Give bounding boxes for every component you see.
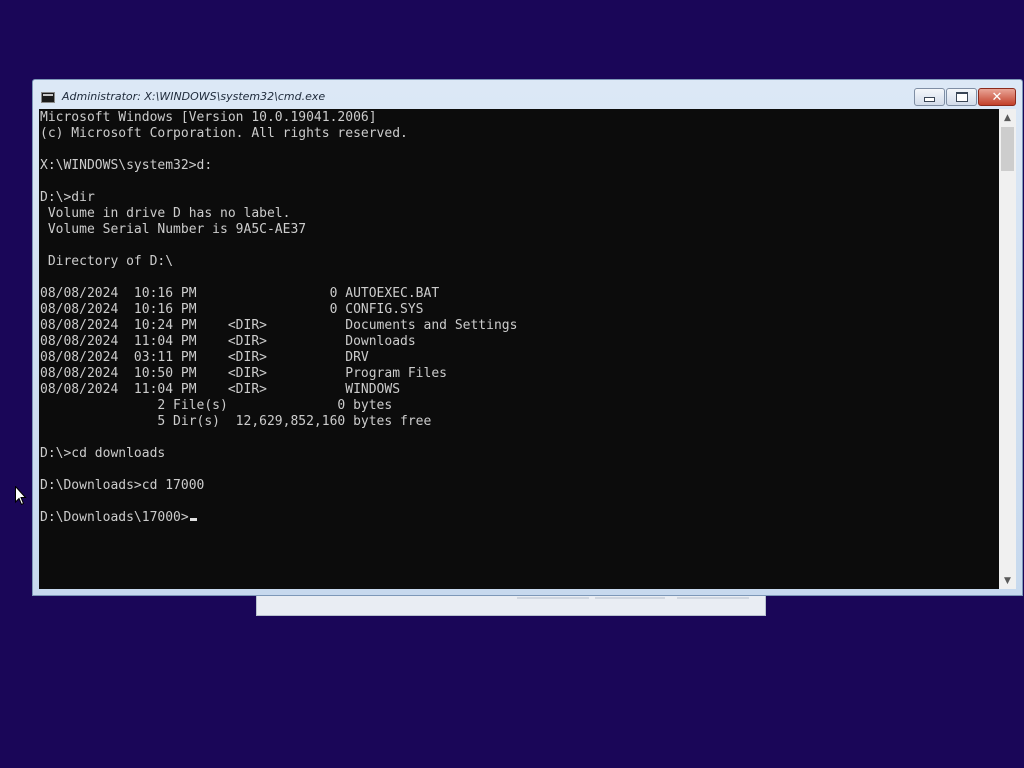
scroll-up-arrow-icon[interactable]: ▲ (999, 109, 1016, 126)
console-line: 08/08/2024 10:24 PM <DIR> Documents and … (40, 318, 518, 333)
close-button[interactable]: ✕ (978, 88, 1016, 106)
console-line: 08/08/2024 11:04 PM <DIR> WINDOWS (40, 382, 401, 397)
command-prompt: D:\Downloads\17000> (40, 510, 189, 525)
console-output[interactable]: Microsoft Windows [Version 10.0.19041.20… (39, 109, 999, 589)
console-line: Directory of D:\ (40, 254, 174, 269)
console-line: 08/08/2024 10:16 PM 0 CONFIG.SYS (40, 302, 424, 317)
console-line: 08/08/2024 11:04 PM <DIR> Downloads (40, 334, 416, 349)
maximize-icon (955, 92, 968, 102)
console-line: Volume in drive D has no label. (40, 206, 291, 221)
scroll-down-arrow-icon[interactable]: ▼ (999, 572, 1016, 589)
console-line: D:\>cd downloads (40, 446, 166, 461)
mouse-pointer-icon (15, 486, 27, 506)
console-line: 5 Dir(s) 12,629,852,160 bytes free (40, 414, 432, 429)
vertical-scrollbar[interactable]: ▲ ▼ (999, 109, 1016, 589)
console-line: D:\>dir (40, 190, 95, 205)
console-line: 08/08/2024 03:11 PM <DIR> DRV (40, 350, 369, 365)
console-line: (c) Microsoft Corporation. All rights re… (40, 126, 408, 141)
console-line: Microsoft Windows [Version 10.0.19041.20… (40, 110, 377, 125)
background-window-bar (595, 597, 665, 599)
cmd-icon (41, 92, 55, 103)
minimize-icon (924, 97, 935, 102)
background-window-bar (677, 597, 749, 599)
console-text: Microsoft Windows [Version 10.0.19041.20… (39, 109, 999, 526)
close-icon: ✕ (991, 89, 1003, 105)
background-window-bar (517, 597, 589, 599)
window-title: Administrator: X:\WINDOWS\system32\cmd.e… (62, 90, 326, 103)
console-line: Volume Serial Number is 9A5C-AE37 (40, 222, 307, 237)
cmd-window[interactable]: Administrator: X:\WINDOWS\system32\cmd.e… (32, 79, 1023, 596)
maximize-button[interactable] (946, 88, 977, 106)
console-line: 08/08/2024 10:16 PM 0 AUTOEXEC.BAT (40, 286, 440, 301)
console-line: 08/08/2024 10:50 PM <DIR> Program Files (40, 366, 447, 381)
text-cursor (189, 518, 197, 521)
console-line: X:\WINDOWS\system32>d: (40, 158, 213, 173)
title-bar[interactable]: Administrator: X:\WINDOWS\system32\cmd.e… (33, 80, 1022, 109)
console-line: D:\Downloads>cd 17000 (40, 478, 205, 493)
console-line: 2 File(s) 0 bytes (40, 398, 393, 413)
scroll-thumb[interactable] (1001, 127, 1014, 171)
minimize-button[interactable] (914, 88, 945, 106)
